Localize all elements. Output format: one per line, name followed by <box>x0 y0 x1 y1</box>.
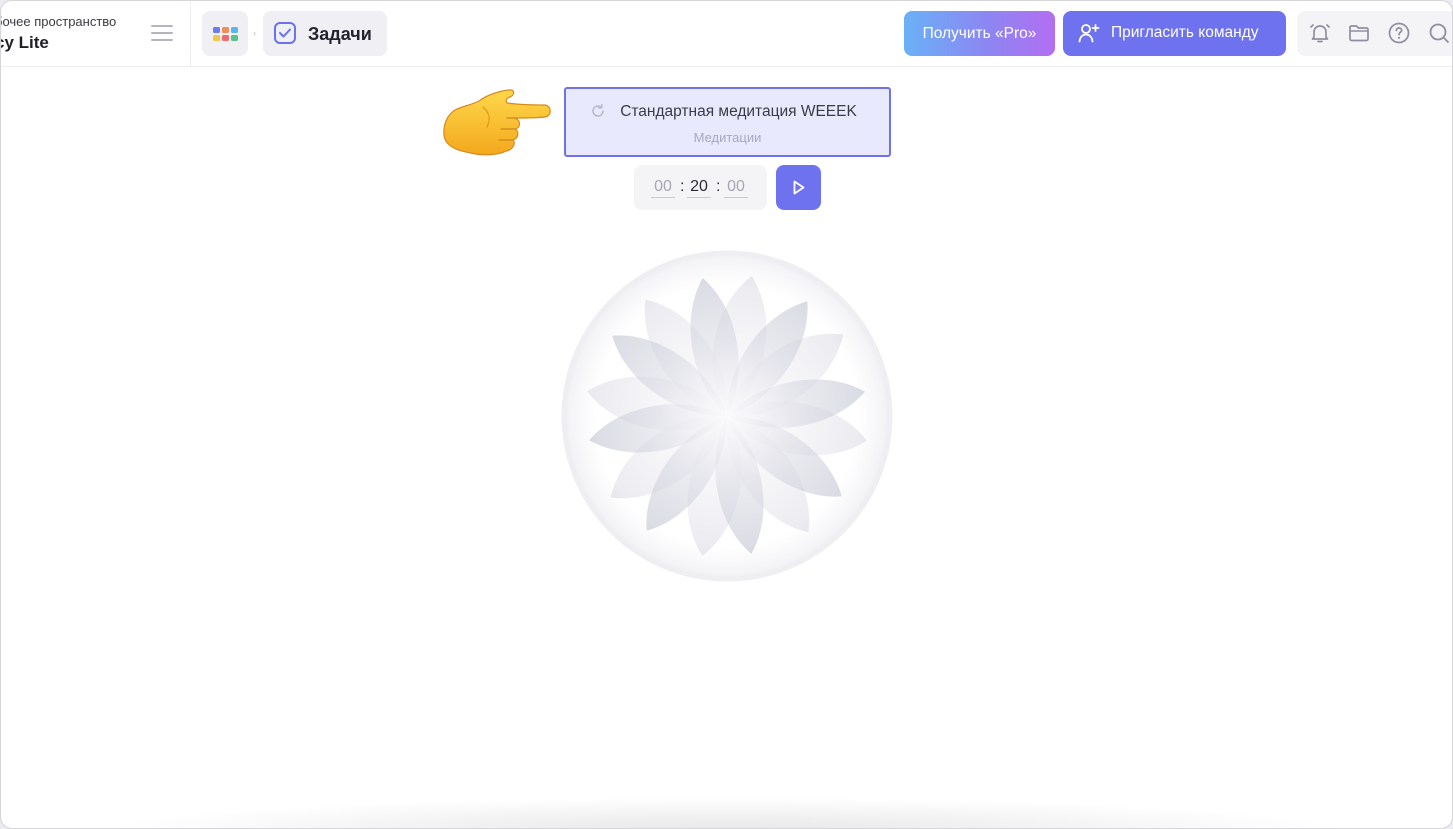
breadcrumb-current: Задачи <box>308 24 372 44</box>
folder-icon[interactable] <box>1347 21 1371 45</box>
search-icon[interactable] <box>1427 21 1451 45</box>
meditation-selector[interactable]: Стандартная медитация WEEEK Медитации <box>564 87 891 157</box>
toolbar-icons <box>1297 11 1452 56</box>
invite-team-button[interactable]: Пригласить команду <box>1063 11 1286 56</box>
meditation-category: Медитации <box>693 130 762 145</box>
timer-separator: : <box>680 178 685 195</box>
bottom-shadow <box>111 798 1341 828</box>
get-pro-button[interactable]: Получить «Pro» <box>904 11 1055 56</box>
meditation-title: Стандартная медитация WEEEK <box>620 103 857 120</box>
timer-hours[interactable]: 00 <box>651 178 675 198</box>
top-bar: бочее пространство cy Lite › Задачи Полу… <box>1 1 1452 67</box>
apps-button[interactable] <box>202 11 248 56</box>
timer-minutes[interactable]: 20 <box>687 178 711 198</box>
app-window: бочее пространство cy Lite › Задачи Полу… <box>0 0 1453 829</box>
breadcrumb-separator: › <box>253 28 256 38</box>
bell-icon[interactable] <box>1308 21 1332 45</box>
invite-team-label: Пригласить команду <box>1111 24 1259 41</box>
timer-input: 00 : 20 : 00 <box>634 165 767 210</box>
add-user-icon <box>1078 24 1100 43</box>
pointing-hand-emoji <box>443 89 551 156</box>
timer-separator: : <box>716 178 721 195</box>
timer-seconds[interactable]: 00 <box>724 178 748 198</box>
play-icon <box>793 180 805 195</box>
checkbox-icon <box>274 22 296 44</box>
apps-grid-icon <box>213 27 238 41</box>
lotus-illustration <box>561 250 893 582</box>
divider <box>190 1 191 67</box>
question-icon[interactable] <box>1387 21 1411 45</box>
breadcrumb-tasks[interactable]: Задачи <box>263 11 387 56</box>
menu-icon[interactable] <box>151 25 173 43</box>
play-button[interactable] <box>776 165 821 210</box>
